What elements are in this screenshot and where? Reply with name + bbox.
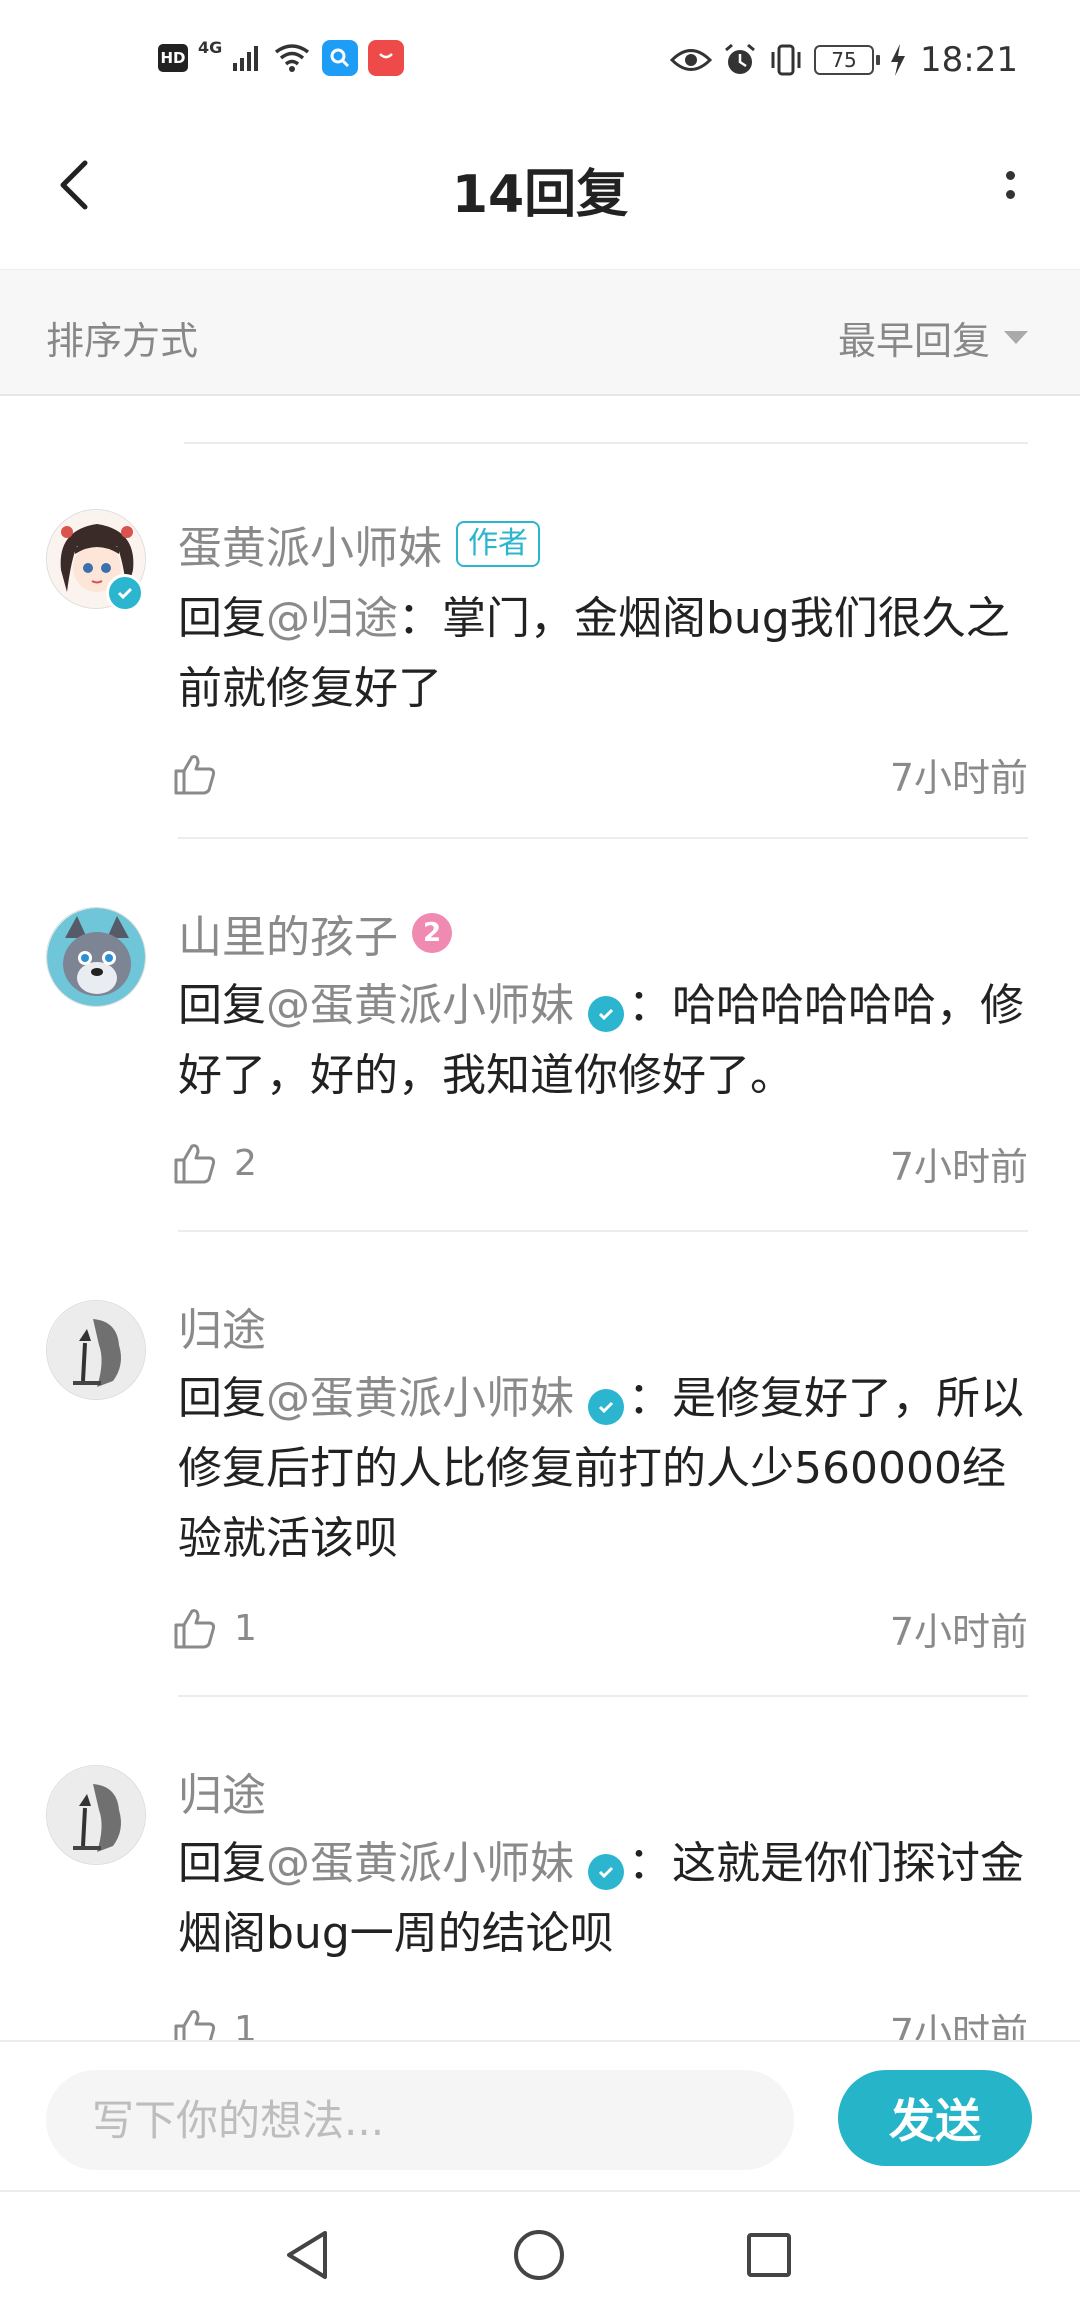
reply-content[interactable]: 回复@归途：掌门，金烟阁bug我们很久之前就修复好了 (178, 584, 1038, 724)
timestamp: 7小时前 (889, 755, 1028, 800)
reply-content[interactable]: 回复@蛋黄派小师妹 ：哈哈哈哈哈哈，修好了，好的，我知道你修好了。 (178, 971, 1038, 1111)
status-left: HD 4G (158, 38, 405, 76)
like-count: 1 (234, 2008, 257, 2041)
reply-item[interactable]: 山里的孩子 2 回复@蛋黄派小师妹 ：哈哈哈哈哈哈，修好了，好的，我知道你修好了。… (0, 839, 1080, 1232)
sort-dropdown[interactable]: 最早回复 (838, 310, 1028, 365)
reply-prefix: 回复 (178, 980, 266, 1031)
sort-selected-value: 最早回复 (837, 319, 990, 363)
alarm-icon (725, 43, 755, 74)
nav-home-button[interactable] (504, 2220, 574, 2290)
verified-badge-icon (588, 996, 624, 1032)
huawei-app-icon (368, 40, 405, 76)
thumbs-up-icon (174, 2010, 216, 2040)
page-header: 14回复 (0, 120, 1080, 270)
username[interactable]: 归途 (178, 1759, 266, 1823)
like-button[interactable]: 2 (172, 1140, 257, 1186)
triangle-back-icon (287, 2231, 327, 2279)
hd-icon: HD (158, 44, 188, 72)
reply-content[interactable]: 回复@蛋黄派小师妹 ：是修复好了，所以修复后打的人比修复前打的人少560000经验… (178, 1364, 1038, 1574)
avatar-image (47, 908, 145, 1006)
reply-prefix: 回复 (178, 1373, 266, 1424)
like-button[interactable]: 1 (172, 2006, 257, 2040)
timestamp: 7小时前 (889, 1609, 1028, 1654)
reply-separator: ： (628, 1838, 672, 1889)
nav-back-button[interactable] (272, 2220, 342, 2290)
page-title: 14回复 (451, 165, 629, 225)
username[interactable]: 归途 (178, 1294, 266, 1358)
username[interactable]: 蛋黄派小师妹 (178, 512, 442, 576)
reply-separator: ： (628, 980, 672, 1031)
vibrate-icon (771, 44, 801, 76)
verified-badge-icon (588, 1854, 624, 1890)
reply-prefix: 回复 (178, 1838, 266, 1889)
signal-icon (233, 46, 259, 71)
like-button[interactable] (172, 751, 234, 797)
mention-link[interactable]: @蛋黄派小师妹 (266, 1838, 574, 1889)
avatar[interactable] (46, 1765, 146, 1865)
reply-meta: 7小时前 (172, 744, 1028, 804)
reply-content[interactable]: 回复@蛋黄派小师妹 ：这就是你们探讨金烟阁bug一周的结论呗 (178, 1829, 1038, 1969)
wifi-icon (275, 44, 310, 72)
circle-home-icon (514, 2230, 564, 2280)
nav-recents-button[interactable] (734, 2220, 804, 2290)
more-dot-icon (1005, 190, 1015, 199)
like-button[interactable]: 1 (172, 1605, 257, 1651)
system-nav-bar (0, 2190, 1080, 2310)
avatar-image (47, 1301, 145, 1399)
avatar-image (47, 1766, 145, 1864)
comment-bar: 发送 (0, 2040, 1080, 2190)
send-button[interactable]: 发送 (838, 2070, 1032, 2166)
comment-input[interactable] (46, 2070, 794, 2170)
thumbs-up-icon (174, 1144, 216, 1184)
status-bar: HD 4G 75 18:21 (0, 0, 1080, 120)
reply-meta: 1 7小时前 (172, 1999, 1028, 2040)
more-options-button[interactable] (980, 150, 1040, 220)
reply-item[interactable]: 归途 回复@蛋黄派小师妹 ：这就是你们探讨金烟阁bug一周的结论呗 1 7小时前 (0, 1697, 1080, 2040)
sort-label: 排序方式 (46, 319, 199, 363)
status-right: 75 18:21 (670, 40, 1018, 80)
verified-badge-icon (106, 574, 144, 612)
user-row: 山里的孩子 2 (178, 901, 452, 965)
username[interactable]: 山里的孩子 (178, 901, 398, 965)
user-row: 归途 (178, 1759, 266, 1823)
reply-prefix: 回复 (178, 593, 266, 644)
user-row: 归途 (178, 1294, 266, 1358)
user-level-badge: 2 (412, 913, 452, 953)
avatar[interactable] (46, 907, 146, 1007)
timestamp: 7小时前 (889, 2010, 1028, 2041)
author-badge: 作者 (456, 521, 540, 567)
verified-badge-icon (588, 1389, 624, 1425)
reply-separator: ： (398, 593, 442, 644)
network-type: 4G (198, 38, 223, 57)
clock: 18:21 (920, 40, 1018, 80)
square-recents-icon (747, 2233, 791, 2277)
reply-item[interactable]: 归途 回复@蛋黄派小师妹 ：是修复好了，所以修复后打的人比修复前打的人少56000… (0, 1232, 1080, 1697)
thumbs-up-icon (174, 1609, 216, 1649)
reply-meta: 1 7小时前 (172, 1598, 1028, 1658)
reply-meta: 2 7小时前 (172, 1133, 1028, 1193)
like-count: 2 (234, 1142, 257, 1184)
mention-link[interactable]: @蛋黄派小师妹 (266, 980, 574, 1031)
like-count: 1 (234, 1607, 257, 1649)
eye-icon (670, 49, 713, 71)
thumbs-up-icon (174, 755, 216, 795)
reply-separator: ： (628, 1373, 672, 1424)
more-dot-icon (1005, 171, 1015, 180)
battery-icon: 75 (814, 45, 881, 75)
charging-icon (891, 44, 906, 76)
reply-item[interactable]: 蛋黄派小师妹 作者 回复@归途：掌门，金烟阁bug我们很久之前就修复好了 7小时… (0, 444, 1080, 839)
sort-bar: 排序方式 最早回复 (0, 270, 1080, 396)
mention-link[interactable]: @归途 (266, 593, 398, 644)
reply-list[interactable]: 蛋黄派小师妹 作者 回复@归途：掌门，金烟阁bug我们很久之前就修复好了 7小时… (0, 396, 1080, 2040)
avatar[interactable] (46, 1300, 146, 1400)
search-app-icon (322, 40, 359, 76)
previous-reply-remnant (0, 396, 1080, 444)
mention-link[interactable]: @蛋黄派小师妹 (266, 1373, 574, 1424)
user-row: 蛋黄派小师妹 作者 (178, 512, 540, 576)
timestamp: 7小时前 (889, 1144, 1028, 1189)
caret-down-icon (1004, 331, 1028, 344)
